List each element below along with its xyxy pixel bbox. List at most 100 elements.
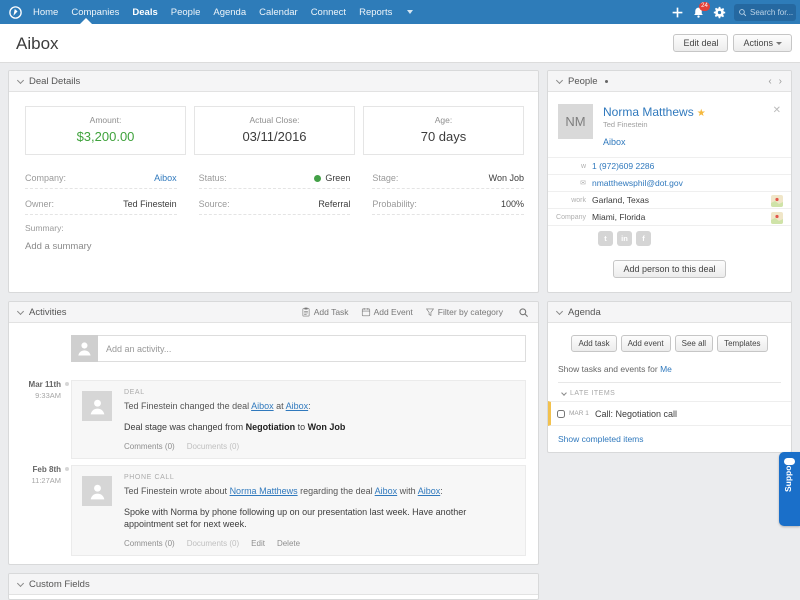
contact-subtitle: Ted Finestein bbox=[603, 120, 648, 129]
map-thumbnail-icon[interactable] bbox=[771, 195, 783, 207]
task-text[interactable]: Call: Negotiation call bbox=[595, 409, 677, 419]
divider bbox=[558, 382, 781, 383]
global-search[interactable] bbox=[734, 3, 796, 21]
nav-item-agenda[interactable]: Agenda bbox=[213, 7, 246, 18]
filter-label: Filter by category bbox=[437, 307, 503, 317]
top-nav: Home Companies Deals People Agenda Calen… bbox=[0, 0, 800, 24]
add-summary-link[interactable]: Add a summary bbox=[25, 241, 92, 252]
add-event-button[interactable]: Add Event bbox=[361, 307, 413, 317]
agenda-see-all-button[interactable]: See all bbox=[674, 335, 714, 352]
delete-link[interactable]: Delete bbox=[277, 539, 300, 548]
app-logo-icon[interactable] bbox=[8, 5, 23, 20]
activity-footer: Comments (0) Documents (0) Edit Delete bbox=[124, 539, 515, 548]
stat-age-label: Age: bbox=[434, 115, 453, 125]
remove-person-icon[interactable]: ✕ bbox=[773, 105, 781, 116]
deal-details-header[interactable]: Deal Details bbox=[9, 71, 538, 92]
prev-person-arrow-icon[interactable]: ‹ bbox=[768, 76, 771, 87]
comments-link[interactable]: Comments (0) bbox=[124, 539, 175, 548]
company-link[interactable]: Aibox bbox=[418, 486, 441, 496]
support-tab[interactable]: Support bbox=[779, 452, 800, 526]
actions-button[interactable]: Actions bbox=[733, 34, 792, 52]
agenda-buttons: Add task Add event See all Templates bbox=[548, 335, 791, 352]
stat-amount: Amount: $3,200.00 bbox=[25, 106, 186, 155]
title-text: regarding the deal bbox=[297, 486, 375, 496]
activity-time: 11:27AM bbox=[31, 476, 61, 485]
next-person-arrow-icon[interactable]: › bbox=[779, 76, 782, 87]
field-company-value[interactable]: Aibox bbox=[154, 173, 177, 183]
contact-address: Garland, Texas bbox=[592, 195, 650, 205]
deal-link[interactable]: Aibox bbox=[375, 486, 398, 496]
company-link[interactable]: Aibox bbox=[286, 401, 309, 411]
settings-gear-icon[interactable] bbox=[713, 6, 726, 19]
agenda-filter-me-link[interactable]: Me bbox=[660, 364, 672, 374]
comments-link[interactable]: Comments (0) bbox=[124, 442, 175, 451]
timeline-dot-icon bbox=[65, 382, 69, 386]
documents-link[interactable]: Documents (0) bbox=[187, 442, 239, 451]
agenda-add-event-button[interactable]: Add event bbox=[620, 335, 671, 352]
show-completed-link[interactable]: Show completed items bbox=[558, 434, 791, 444]
nav-item-deals[interactable]: Deals bbox=[132, 7, 157, 18]
title-text: with bbox=[397, 486, 418, 496]
agenda-header[interactable]: Agenda bbox=[548, 302, 791, 323]
contact-email-row: ✉ nmatthewsphil@dot.gov bbox=[548, 174, 791, 191]
support-label: Support bbox=[783, 459, 793, 492]
edit-link[interactable]: Edit bbox=[251, 539, 265, 548]
nav-item-companies[interactable]: Companies bbox=[71, 7, 119, 18]
add-person-button[interactable]: Add person to this deal bbox=[613, 260, 726, 278]
nav-item-calendar[interactable]: Calendar bbox=[259, 7, 298, 18]
activity-avatar bbox=[82, 391, 112, 421]
quick-add-icon[interactable] bbox=[671, 6, 684, 19]
person-icon bbox=[90, 484, 104, 499]
activity-category: DEAL bbox=[124, 389, 145, 396]
linkedin-icon[interactable]: in bbox=[617, 231, 632, 246]
facebook-icon[interactable]: f bbox=[636, 231, 651, 246]
agenda-templates-button[interactable]: Templates bbox=[717, 335, 768, 352]
contact-company-link[interactable]: Aibox bbox=[603, 137, 626, 147]
late-items-section[interactable]: Late items bbox=[561, 389, 791, 397]
header-actions: Edit deal Actions bbox=[673, 34, 792, 52]
body-text: to bbox=[295, 422, 308, 433]
activities-search-icon[interactable] bbox=[518, 307, 529, 318]
stage-to: Won Job bbox=[307, 422, 346, 433]
activity-category: PHONE CALL bbox=[124, 474, 175, 481]
timeline-dot-icon bbox=[65, 467, 69, 471]
documents-link[interactable]: Documents (0) bbox=[187, 539, 239, 548]
contact-phone-link[interactable]: 1 (972)609 2286 bbox=[592, 161, 654, 171]
nav-item-home[interactable]: Home bbox=[33, 7, 58, 18]
favorite-star-icon[interactable]: ★ bbox=[697, 108, 706, 119]
title-text: : bbox=[308, 401, 311, 411]
map-thumbnail-icon[interactable] bbox=[771, 212, 783, 224]
deal-link[interactable]: Aibox bbox=[251, 401, 274, 411]
contact-name-link[interactable]: Norma Matthews ★ bbox=[603, 105, 706, 119]
activity-avatar bbox=[82, 476, 112, 506]
notifications-bell-icon[interactable]: 24 bbox=[692, 1, 710, 19]
filter-by-category-button[interactable]: Filter by category bbox=[425, 307, 506, 317]
add-activity-input[interactable] bbox=[98, 335, 526, 362]
calendar-icon bbox=[361, 307, 370, 317]
add-task-button[interactable]: Add Task bbox=[301, 307, 349, 317]
person-link[interactable]: Norma Matthews bbox=[230, 486, 298, 496]
field-source-value: Referral bbox=[318, 198, 351, 209]
global-search-input[interactable] bbox=[750, 7, 794, 17]
agenda-add-task-button[interactable]: Add task bbox=[571, 335, 617, 352]
nav-item-people[interactable]: People bbox=[171, 7, 201, 18]
field-source: Source: Referral bbox=[198, 197, 351, 215]
deal-details-panel: Deal Details Amount: $3,200.00 Actual Cl… bbox=[8, 70, 539, 293]
field-probability-value: 100% bbox=[500, 198, 524, 209]
funnel-icon bbox=[425, 308, 434, 316]
nav-item-connect[interactable]: Connect bbox=[311, 7, 346, 18]
nav-item-reports[interactable]: Reports bbox=[359, 7, 392, 18]
nav-more-chevron-icon[interactable] bbox=[407, 10, 414, 14]
edit-deal-button[interactable]: Edit deal bbox=[673, 34, 729, 52]
title-text: : bbox=[440, 486, 443, 496]
field-stage-value: Won Job bbox=[488, 172, 524, 183]
custom-fields-header[interactable]: Custom Fields bbox=[9, 574, 538, 595]
email-envelope-icon: ✉ bbox=[580, 180, 586, 187]
activity-item: Feb 8th 11:27AM PHONE CALL Ted Finestein… bbox=[9, 465, 526, 557]
twitter-icon[interactable]: t bbox=[598, 231, 613, 246]
activity-title: Ted Finestein changed the deal Aibox at … bbox=[124, 400, 515, 412]
task-checkbox[interactable] bbox=[557, 409, 565, 418]
contact-email-link[interactable]: nmatthewsphil@dot.gov bbox=[592, 178, 683, 188]
title-text: Ted Finestein changed the deal bbox=[124, 401, 252, 411]
people-indicator-dot-icon bbox=[604, 79, 608, 83]
